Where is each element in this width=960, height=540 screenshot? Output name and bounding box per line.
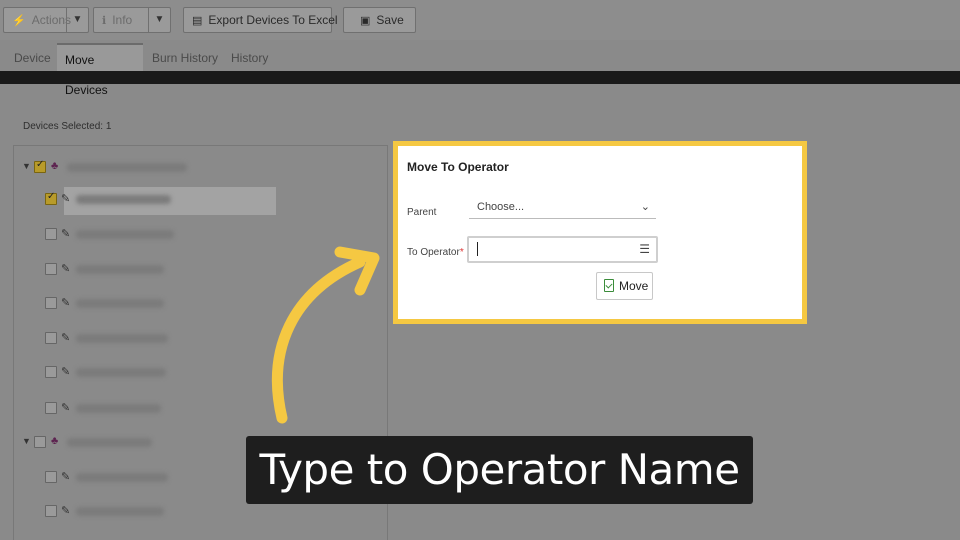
tree-device-row[interactable]: ✎ — [14, 222, 384, 246]
tree-device-row[interactable]: ✎ — [14, 187, 384, 215]
device-checkbox[interactable] — [45, 366, 57, 378]
export-excel-button[interactable]: ▤ Export Devices To Excel — [183, 7, 338, 33]
required-mark: * — [459, 247, 464, 258]
tab-burn-history[interactable]: Burn History — [144, 43, 226, 73]
save-icon: ▣ — [360, 15, 371, 27]
chevron-down-icon: ▼ — [148, 8, 170, 32]
chevron-down-icon: ▼ — [66, 8, 88, 32]
device-icon: ✎ — [61, 297, 71, 309]
blurred-name — [76, 507, 164, 516]
device-icon: ✎ — [61, 471, 71, 483]
device-icon: ✎ — [61, 263, 71, 275]
parent-select-value: Choose... — [477, 201, 525, 213]
move-button[interactable]: Move — [596, 272, 653, 300]
save-button[interactable]: ▣ Save — [343, 7, 416, 33]
device-checkbox[interactable] — [45, 297, 57, 309]
info-label: Info — [112, 13, 133, 27]
header-divider — [0, 71, 960, 84]
chevron-down-icon: ⌄ — [640, 201, 650, 213]
blurred-name — [67, 163, 187, 172]
tutorial-caption: Type to Operator Name — [246, 436, 753, 504]
move-to-operator-panel: Move To Operator Parent Choose... ⌄ To O… — [393, 141, 807, 324]
tree-device-row[interactable]: ✎ — [14, 326, 384, 350]
tree-device-row[interactable]: ✎ — [14, 396, 384, 420]
blurred-name — [76, 265, 164, 274]
device-icon: ✎ — [61, 228, 71, 240]
blurred-name — [76, 195, 171, 204]
device-checkbox[interactable] — [45, 402, 57, 414]
group-checkbox[interactable] — [34, 159, 46, 173]
blurred-name — [76, 299, 164, 308]
device-checkbox[interactable] — [45, 263, 57, 275]
blurred-name — [67, 438, 152, 447]
bolt-icon: ⚡ — [12, 15, 26, 27]
device-checkbox[interactable] — [45, 332, 57, 344]
device-icon: ✎ — [61, 366, 71, 378]
tab-history[interactable]: History — [223, 43, 276, 73]
excel-icon: ▤ — [192, 15, 203, 27]
tree-device-row[interactable]: ✎ — [14, 360, 384, 384]
caret-down-icon[interactable]: ▼ — [22, 436, 31, 446]
blurred-name — [76, 334, 168, 343]
info-dropdown[interactable]: ℹ Info ▼ — [93, 7, 171, 33]
tree-device-row[interactable]: ✎ — [14, 257, 384, 281]
blurred-name — [76, 230, 174, 239]
hierarchy-icon: ♣ — [51, 435, 59, 447]
hierarchy-icon: ♣ — [51, 160, 59, 172]
actions-dropdown[interactable]: ⚡ Actions ▼ — [3, 7, 89, 33]
parent-select[interactable]: Choose... ⌄ — [469, 197, 656, 219]
list-icon[interactable]: ☰ — [639, 242, 650, 256]
blurred-name — [76, 368, 166, 377]
info-icon: ℹ — [102, 15, 107, 27]
tree-device-row[interactable]: ✎ — [14, 291, 384, 315]
panel-title: Move To Operator — [407, 160, 509, 174]
device-icon: ✎ — [61, 505, 71, 517]
device-checkbox[interactable] — [45, 228, 57, 240]
caret-down-icon[interactable]: ▼ — [22, 161, 31, 171]
devices-selected-label: Devices Selected: 1 — [23, 121, 112, 132]
to-operator-label: To Operator* — [407, 247, 464, 258]
save-label: Save — [376, 13, 404, 27]
tab-move-devices[interactable]: Move Devices — [57, 43, 143, 97]
blurred-name — [76, 404, 161, 413]
device-icon: ✎ — [61, 332, 71, 344]
move-label: Move — [619, 279, 649, 293]
tab-bar: Device Move Devices Burn History History — [0, 43, 960, 97]
device-checkbox[interactable] — [45, 505, 57, 517]
blurred-name — [76, 473, 168, 482]
device-icon: ✎ — [61, 193, 71, 205]
export-label: Export Devices To Excel — [208, 13, 338, 27]
toolbar: ⚡ Actions ▼ ℹ Info ▼ ▤ Export Devices To Ex… — [0, 0, 960, 40]
device-checkbox[interactable] — [45, 191, 57, 205]
parent-label: Parent — [407, 207, 437, 218]
tree-group-node[interactable]: ▼ ♣ — [14, 155, 384, 179]
device-icon: ✎ — [61, 402, 71, 414]
tab-device[interactable]: Device — [6, 43, 59, 73]
group-checkbox[interactable] — [34, 436, 46, 448]
to-operator-label-text: To Operator — [407, 247, 460, 258]
move-icon — [604, 279, 614, 292]
to-operator-input[interactable]: ☰ — [467, 236, 658, 263]
device-checkbox[interactable] — [45, 471, 57, 483]
text-cursor — [477, 242, 478, 256]
